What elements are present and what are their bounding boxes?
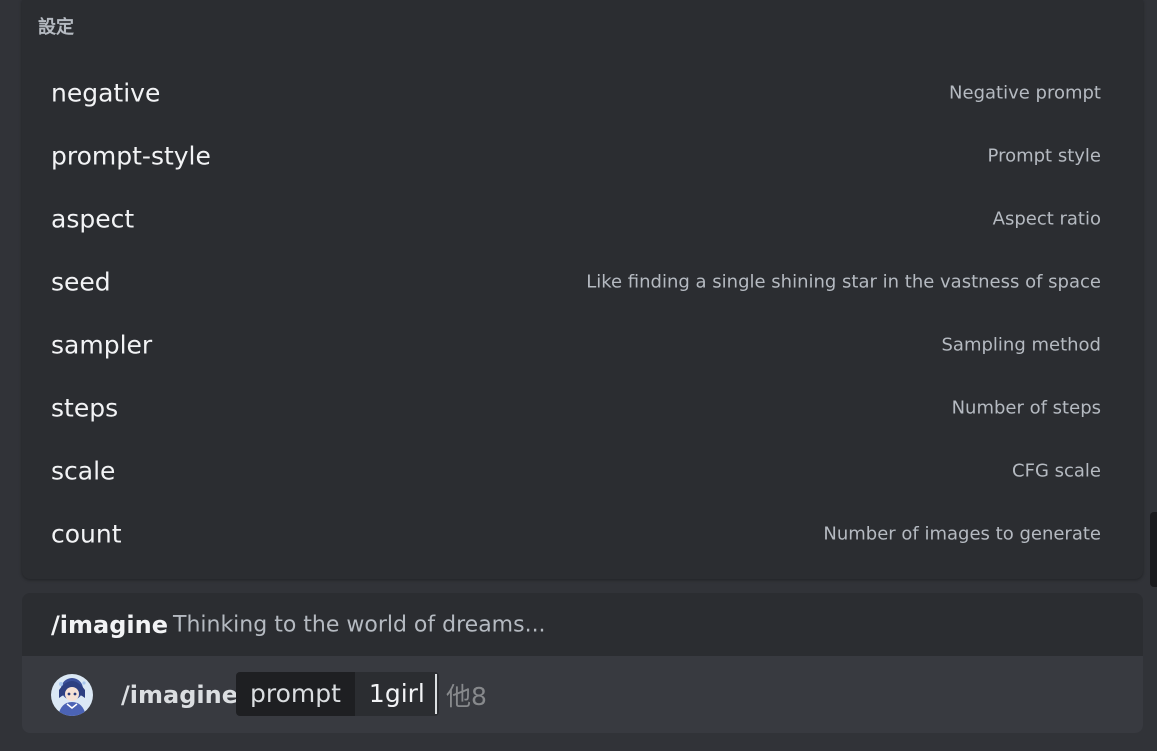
- option-description: CFG scale: [1012, 460, 1101, 481]
- option-description: Number of steps: [951, 397, 1101, 418]
- option-description: Number of images to generate: [823, 523, 1101, 544]
- input-command-name: /imagine: [121, 680, 238, 709]
- chip-value[interactable]: 1girl: [354, 672, 439, 716]
- option-aspect[interactable]: aspect Aspect ratio: [22, 187, 1143, 250]
- option-sampler[interactable]: sampler Sampling method: [22, 313, 1143, 376]
- option-name: scale: [51, 456, 116, 485]
- option-steps[interactable]: steps Number of steps: [22, 376, 1143, 439]
- user-avatar-icon: [51, 674, 93, 716]
- option-negative[interactable]: negative Negative prompt: [22, 61, 1143, 124]
- option-description: Aspect ratio: [992, 208, 1101, 229]
- option-name: aspect: [51, 204, 135, 233]
- option-name: prompt-style: [51, 141, 211, 170]
- options-popup: 設定 negative Negative prompt prompt-style…: [22, 0, 1143, 579]
- option-description: Prompt style: [987, 145, 1101, 166]
- more-options-hint: 他8: [446, 681, 487, 711]
- text-cursor: [435, 674, 437, 714]
- scrollbar-thumb[interactable]: [1150, 512, 1157, 587]
- command-header: /imagine Thinking to the world of dreams…: [22, 593, 1143, 656]
- option-name: negative: [51, 78, 161, 107]
- chip-key: prompt: [236, 672, 355, 716]
- popup-title: 設定: [38, 17, 74, 38]
- option-name: seed: [51, 267, 111, 296]
- option-description: Negative prompt: [949, 82, 1101, 103]
- option-prompt-style[interactable]: prompt-style Prompt style: [22, 124, 1143, 187]
- option-name: count: [51, 519, 122, 548]
- command-description: Thinking to the world of dreams...: [173, 612, 546, 637]
- option-description: Sampling method: [941, 334, 1102, 355]
- option-description: Like finding a single shining star in th…: [586, 271, 1101, 292]
- option-name: steps: [51, 393, 119, 422]
- option-seed[interactable]: seed Like finding a single shining star …: [22, 250, 1143, 313]
- option-count[interactable]: count Number of images to generate: [22, 502, 1143, 565]
- option-name: sampler: [51, 330, 153, 359]
- option-chip-prompt[interactable]: prompt 1girl: [236, 672, 439, 716]
- command-name: /imagine: [51, 610, 168, 639]
- option-scale[interactable]: scale CFG scale: [22, 439, 1143, 502]
- message-input-bar[interactable]: /imagine prompt 1girl 他8: [22, 656, 1143, 733]
